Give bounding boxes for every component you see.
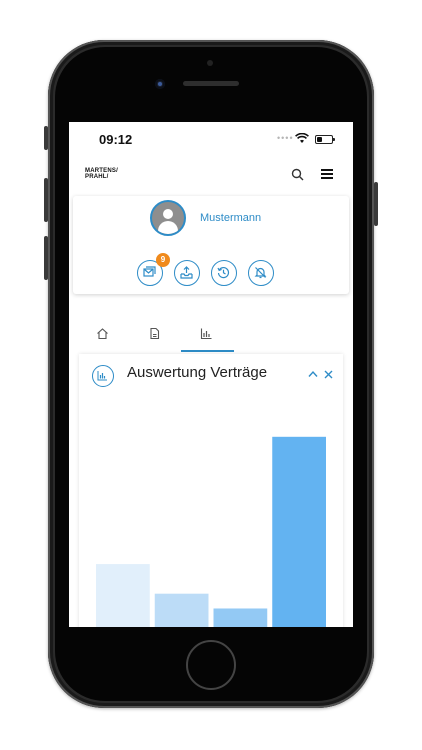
notification-badge: 9 [156,253,170,267]
volume-down-button [44,236,48,280]
bar-chart-icon [200,328,212,340]
bar-chart [96,436,326,627]
message-icon [143,266,156,277]
earpiece-speaker [183,81,239,86]
proximity-sensor [207,60,213,66]
document-icon [150,327,160,340]
volume-up-button [44,178,48,222]
profile-name[interactable]: Mustermann [200,212,261,224]
profile-card: Mustermann 9 [73,196,349,294]
chart-panel: Auswertung Verträge [79,354,343,627]
notifications-off-icon [254,267,267,279]
tab-home[interactable] [83,320,123,352]
tab-statistics[interactable] [187,320,227,352]
home-icon [97,328,108,340]
battery-icon [315,135,335,144]
bar-chart-icon [97,371,107,381]
front-camera [155,79,165,89]
chart-bar-1[interactable] [96,564,150,627]
messages-button[interactable]: 9 [137,253,170,286]
power-button [374,182,378,226]
search-icon[interactable] [291,168,304,181]
chevron-up-icon[interactable] [308,370,318,378]
active-tab-indicator [181,350,234,352]
avatar[interactable] [150,200,186,236]
chart-bar-4[interactable] [272,436,326,627]
inbox-upload-icon [180,266,193,279]
status-time: 09:12 [99,132,133,147]
hamburger-menu-icon[interactable] [321,169,333,179]
chart-bar-2[interactable] [154,593,209,627]
cellular-signal-icon: •••• [277,133,294,143]
history-icon [217,266,230,279]
status-bar: 09:12 •••• [69,122,353,156]
home-button[interactable] [186,640,236,690]
close-icon[interactable] [324,370,333,379]
tab-bar [69,320,353,354]
chart-title: Auswertung Verträge [127,364,268,381]
history-button[interactable] [211,260,237,286]
wifi-icon [295,133,309,143]
brand-logo[interactable]: MARTENS/ PRAHL/ [85,168,118,180]
app-header: MARTENS/ PRAHL/ [69,156,353,192]
inbox-upload-button[interactable] [174,260,200,286]
tab-documents[interactable] [135,320,175,352]
notifications-off-button[interactable] [248,260,274,286]
chart-bar-3[interactable] [213,608,268,627]
mute-switch [44,126,48,150]
chart-badge [92,365,114,387]
app-screen: 09:12 •••• MARTENS/ PRAHL/ Mustermann 9 … [69,122,353,627]
